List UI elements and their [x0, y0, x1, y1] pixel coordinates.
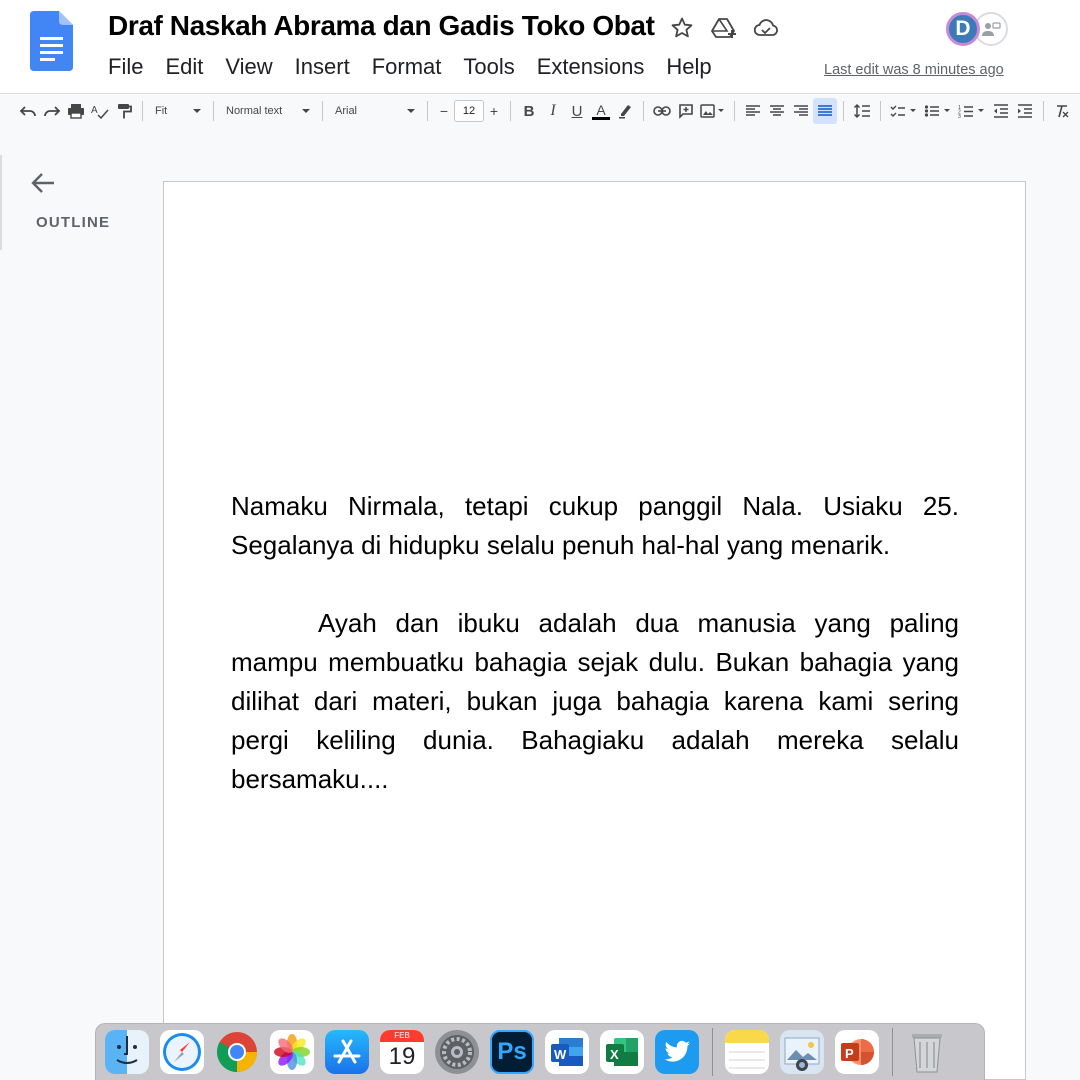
menu-tools[interactable]: Tools [463, 54, 536, 80]
toolbar-divider [322, 101, 323, 121]
document-body[interactable]: Namaku Nirmala, tetapi cukup panggil Nal… [231, 487, 959, 838]
increase-indent-icon[interactable] [1013, 98, 1037, 124]
align-left-icon[interactable] [741, 98, 765, 124]
notes-icon[interactable] [725, 1030, 769, 1074]
twitter-icon[interactable] [655, 1030, 699, 1074]
macos-dock: FEB 19 Ps W X P [95, 1023, 985, 1080]
print-icon[interactable] [64, 98, 88, 124]
menu-bar: File Edit View Insert Format Tools Exten… [108, 54, 734, 80]
paragraph-2[interactable]: Ayah dan ibuku adalah dua manusia yang p… [231, 604, 959, 799]
toolbar-divider [734, 101, 735, 121]
numbered-list-icon[interactable]: 123 [955, 98, 989, 124]
toolbar-divider [510, 101, 511, 121]
bold-button[interactable]: B [517, 98, 541, 124]
menu-extensions[interactable]: Extensions [537, 54, 667, 80]
increase-font-size-button[interactable]: + [484, 98, 504, 124]
undo-icon[interactable] [16, 98, 40, 124]
chevron-down-icon [407, 109, 415, 113]
chevron-down-icon [193, 109, 201, 113]
google-docs-logo-icon[interactable] [30, 11, 73, 71]
line-spacing-icon[interactable] [850, 98, 874, 124]
move-to-drive-icon[interactable] [710, 14, 738, 42]
toolbar-divider [843, 101, 844, 121]
align-right-icon[interactable] [789, 98, 813, 124]
svg-text:X: X [610, 1047, 619, 1062]
app-header: Draf Naskah Abrama dan Gadis Toko Obat F… [0, 0, 1080, 94]
photoshop-icon[interactable]: Ps [490, 1030, 534, 1074]
menu-edit[interactable]: Edit [165, 54, 225, 80]
svg-text:W: W [554, 1047, 567, 1062]
bulleted-list-icon[interactable] [921, 98, 955, 124]
redo-icon[interactable] [40, 98, 64, 124]
text-color-swatch [592, 116, 610, 120]
underline-button[interactable]: U [565, 98, 589, 124]
powerpoint-icon[interactable]: P [835, 1030, 879, 1074]
style-value: Normal text [226, 105, 283, 117]
chevron-down-icon [302, 109, 310, 113]
decrease-font-size-button[interactable]: − [434, 98, 454, 124]
highlight-icon[interactable] [613, 98, 637, 124]
sidebar-edge [0, 155, 2, 250]
align-center-icon[interactable] [765, 98, 789, 124]
outline-title: OUTLINE [36, 214, 111, 231]
menu-insert[interactable]: Insert [295, 54, 372, 80]
italic-button[interactable]: I [541, 98, 565, 124]
star-icon[interactable] [668, 14, 696, 42]
svg-text:3: 3 [958, 114, 961, 118]
checklist-icon[interactable] [887, 98, 921, 124]
calendar-icon[interactable]: FEB 19 [380, 1030, 424, 1074]
paint-format-icon[interactable] [112, 98, 136, 124]
user-avatar[interactable]: D [946, 12, 980, 46]
font-dropdown[interactable]: Arial [329, 98, 421, 124]
document-title[interactable]: Draf Naskah Abrama dan Gadis Toko Obat [108, 10, 655, 42]
trash-icon[interactable] [905, 1030, 949, 1074]
clear-formatting-icon[interactable] [1050, 98, 1074, 124]
cloud-saved-icon[interactable] [752, 14, 780, 42]
text-color-letter: A [596, 101, 606, 118]
menu-view[interactable]: View [225, 54, 294, 80]
zoom-value: Fit [155, 105, 168, 117]
style-dropdown[interactable]: Normal text [220, 98, 316, 124]
app-store-icon[interactable] [325, 1030, 369, 1074]
svg-text:A: A [91, 105, 98, 116]
toolbar-divider [880, 101, 881, 121]
notes-header-strip [725, 1030, 769, 1043]
calendar-day: 19 [388, 1043, 416, 1070]
toolbar-divider [142, 101, 143, 121]
decrease-indent-icon[interactable] [989, 98, 1013, 124]
finder-icon[interactable] [105, 1030, 149, 1074]
toolbar-divider [213, 101, 214, 121]
menu-help[interactable]: Help [666, 54, 733, 80]
preview-icon[interactable] [780, 1030, 824, 1074]
text-color-button[interactable]: A [589, 98, 613, 124]
word-icon[interactable]: W [545, 1030, 589, 1074]
safari-icon[interactable] [160, 1030, 204, 1074]
justify-icon[interactable] [813, 98, 837, 124]
zoom-dropdown[interactable]: Fit [149, 98, 207, 124]
document-page[interactable]: Namaku Nirmala, tetapi cukup panggil Nal… [163, 181, 1026, 1080]
link-icon[interactable] [650, 98, 674, 124]
font-value: Arial [335, 105, 358, 117]
toolbar-divider [643, 101, 644, 121]
insert-image-icon[interactable] [698, 98, 728, 124]
dock-divider [892, 1028, 893, 1076]
calendar-month: FEB [380, 1030, 424, 1042]
dock-divider [712, 1028, 713, 1076]
last-edit-link[interactable]: Last edit was 8 minutes ago [824, 62, 1004, 78]
toolbar-divider [1043, 101, 1044, 121]
menu-file[interactable]: File [108, 54, 165, 80]
paragraph-1[interactable]: Namaku Nirmala, tetapi cukup panggil Nal… [231, 487, 959, 565]
excel-icon[interactable]: X [600, 1030, 644, 1074]
font-size-input[interactable]: 12 [454, 100, 484, 122]
formatting-toolbar: A Fit Normal text Arial − 12 + B I U A 1… [0, 94, 1080, 128]
arrow-back-icon[interactable] [28, 168, 58, 198]
chrome-icon[interactable] [215, 1030, 259, 1074]
photos-icon[interactable] [270, 1030, 314, 1074]
add-comment-icon[interactable] [674, 98, 698, 124]
toolbar-divider [427, 101, 428, 121]
svg-text:P: P [845, 1046, 854, 1061]
system-preferences-icon[interactable] [435, 1030, 479, 1074]
spellcheck-icon[interactable]: A [88, 98, 112, 124]
menu-format[interactable]: Format [372, 54, 464, 80]
